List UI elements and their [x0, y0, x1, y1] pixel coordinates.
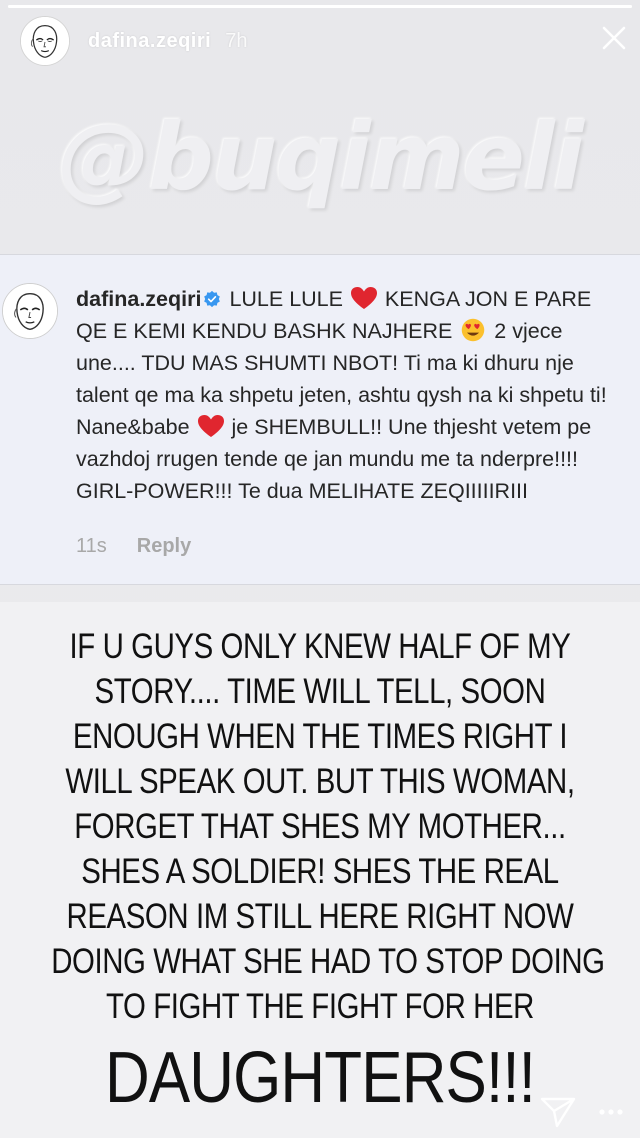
story-caption: IF U GUYS ONLY KNEW HALF OF MY STORY....… [51, 624, 605, 1029]
red-heart-icon [197, 415, 224, 437]
close-icon [602, 26, 626, 50]
more-icon [599, 1109, 623, 1115]
caption-line: ENOUGH WHEN THE TIMES RIGHT I [72, 717, 568, 756]
close-button[interactable] [592, 16, 636, 60]
comment-timestamp: 11s [76, 535, 107, 557]
caption-line: IF U GUYS ONLY KNEW HALF OF MY [69, 627, 571, 666]
story-header: dafina.zeqiri 7h [20, 14, 640, 68]
caption-emphasis: DAUGHTERS!!! [104, 1038, 536, 1118]
story-progress-bar [8, 5, 632, 8]
caption-line: FORGET THAT SHES MY MOTHER... [74, 807, 566, 846]
caption-line: DOING WHAT SHE HAD TO STOP DOING [51, 942, 605, 981]
verified-badge-icon [204, 290, 221, 308]
caption-line: SHES A SOLDIER! SHES THE REAL [81, 852, 559, 891]
face-sketch-icon [3, 284, 57, 338]
heart-eyes-emoji-icon [462, 318, 485, 342]
story-username[interactable]: dafina.zeqiri [88, 30, 211, 53]
more-options-button[interactable] [596, 1102, 626, 1122]
send-icon [540, 1097, 576, 1128]
reply-button[interactable]: Reply [137, 535, 191, 557]
caption-line: STORY.... TIME WILL TELL, SOON [94, 672, 546, 711]
caption-line: REASON IM STILL HERE RIGHT NOW [66, 897, 574, 936]
story-progress-fill [8, 5, 632, 8]
profile-avatar[interactable] [20, 16, 70, 66]
story-caption-area: IF U GUYS ONLY KNEW HALF OF MY STORY....… [0, 602, 640, 1138]
comment-meta: 11s Reply [76, 535, 191, 558]
send-button[interactable] [538, 1094, 578, 1130]
face-sketch-icon [21, 17, 69, 65]
story-viewer: dafina.zeqiri 7h @buqimeli dafina.zeqiri… [0, 0, 640, 1138]
comment-username[interactable]: dafina.zeqiri [76, 287, 201, 311]
caption-line: TO FIGHT THE FIGHT FOR HER [106, 987, 534, 1026]
comment-card: dafina.zeqiri LULE LULE KENGA JON E PARE… [0, 254, 640, 585]
comment-avatar[interactable] [2, 283, 58, 339]
red-heart-icon [350, 287, 377, 309]
comment-text-part-1: LULE LULE [229, 287, 349, 311]
story-timestamp: 7h [225, 29, 248, 52]
comment-text: dafina.zeqiri LULE LULE KENGA JON E PARE… [76, 283, 624, 507]
mention-sticker[interactable]: @buqimeli [0, 104, 640, 211]
caption-line: WILL SPEAK OUT. BUT THIS WOMAN, [65, 762, 575, 801]
